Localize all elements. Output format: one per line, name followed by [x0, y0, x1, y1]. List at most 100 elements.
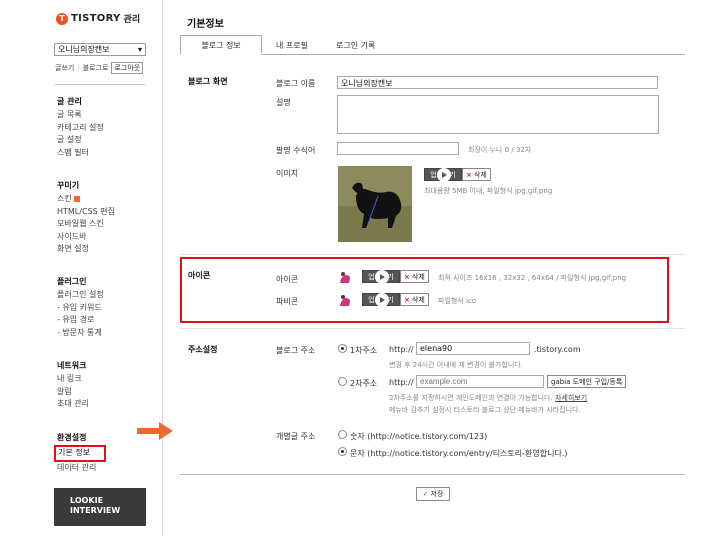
primary-address-radio[interactable]	[338, 344, 347, 353]
delete-x-icon: ×	[404, 295, 410, 304]
sidebar-item-mobile-skin[interactable]: 모바일웹 스킨	[57, 218, 115, 231]
logo-sub: 관리	[123, 15, 141, 25]
sidebar-item-invitations[interactable]: 초대 관리	[57, 398, 89, 411]
primary-address-hint: 변경 후 24시간 이내에 재 변경이 불가합니다.	[389, 361, 523, 369]
form-bottom-divider	[180, 474, 685, 475]
icon-thumbnail	[337, 270, 353, 286]
sidebar-divider	[54, 84, 146, 85]
icon-label: 아이콘	[276, 275, 299, 284]
permalink-label: 개별글 주소	[276, 432, 316, 441]
menu-group-posts: 글 관리 글 목록 카테고리 설정 글 설정 스팸 필터	[57, 96, 104, 159]
menu-title-plugins: 플러그인	[57, 277, 87, 286]
modifier-input[interactable]	[337, 142, 459, 155]
modifier-max: / 32자	[511, 146, 532, 154]
lookie-interview-banner[interactable]: LOOKIE INTERVIEW	[54, 488, 146, 526]
highlight-box	[180, 257, 669, 323]
tab-bar: 블로그 정보 내 프로필 로그인 기록	[180, 35, 685, 55]
icon-change-button[interactable]: 업로드기	[362, 270, 400, 284]
sidebar-item-label: 스킨	[57, 194, 72, 203]
sidebar-item-inflow-paths[interactable]: - 유입 경로	[57, 314, 104, 327]
section-label-icon: 아이콘	[188, 271, 211, 280]
secondary-address-radio[interactable]	[338, 377, 347, 386]
page-title: 기본정보	[187, 19, 224, 30]
menu-group-network: 네트워크 내 링크 알림 초대 관리	[57, 360, 89, 411]
modifier-counter: 최장이 누나 0 / 32자	[468, 145, 531, 155]
favicon-change-button[interactable]: 업로드기	[362, 293, 400, 307]
menu-group-plugins: 플러그인 플러그인 설정 - 유입 키워드 - 유입 경로 - 방문자 통계	[57, 276, 104, 339]
dropdown-arrow-icon: ▾	[137, 45, 142, 54]
quick-links: 글쓰기 | 블로그로 로그아웃	[55, 62, 144, 74]
permalink-number-radio[interactable]	[338, 430, 347, 439]
sidebar-item-display[interactable]: 화면 설정	[57, 243, 115, 256]
sidebar-item-plugin-settings[interactable]: 플러그인 설정	[57, 289, 104, 302]
save-label: 저장	[430, 490, 444, 498]
write-link[interactable]: 글쓰기	[55, 63, 74, 73]
favicon-label: 파비콘	[276, 297, 299, 306]
favicon-delete-button[interactable]: × 삭제	[400, 293, 429, 306]
sidebar: T TISTORY 관리 오니님의장캔보 ▾ 글쓰기 | 블로그로 로그아웃 글…	[0, 0, 163, 536]
primary-address-input[interactable]: elena90	[416, 342, 530, 355]
modifier-count: 0	[504, 146, 510, 154]
section-label-address: 주소설정	[188, 345, 218, 354]
banner-line-1: LOOKIE	[70, 496, 104, 505]
save-button[interactable]: ✓ 저장	[416, 487, 450, 501]
permalink-text-label: 문자 (http://notice.tistory.com/entry/티스토리…	[350, 449, 568, 458]
delete-label: 삭제	[411, 295, 425, 304]
tab-login-history[interactable]: 로그인 기록	[322, 35, 389, 55]
sidebar-item-skin[interactable]: 스킨	[57, 193, 115, 206]
permalink-number-label: 숫자 (http://notice.tistory.com/123)	[350, 432, 488, 441]
tistory-logo-icon: T	[56, 12, 68, 25]
sidebar-item-visitor-stats[interactable]: - 방문자 통계	[57, 327, 104, 340]
sidebar-item-sidebar[interactable]: 사이드바	[57, 231, 115, 244]
dog-photo-icon	[338, 166, 412, 242]
logo-text: TISTORY	[71, 13, 121, 24]
permalink-text-radio[interactable]	[338, 447, 347, 456]
blog-address-label: 블로그 주소	[276, 346, 316, 355]
new-badge-icon	[73, 196, 80, 203]
blog-select[interactable]: 오니님의장캔보 ▾	[54, 43, 146, 56]
banner-line-2: INTERVIEW	[70, 506, 121, 515]
sidebar-item-data-management[interactable]: 데이터 관리	[57, 462, 106, 475]
description-textarea[interactable]	[337, 95, 659, 134]
sidebar-item-inflow-keywords[interactable]: - 유입 키워드	[57, 302, 104, 315]
blog-name-input[interactable]: 오니님의장캔보	[337, 76, 658, 89]
image-label: 이미지	[276, 169, 299, 178]
sidebar-item-category[interactable]: 카테고리 설정	[57, 122, 104, 135]
sidebar-item-basic-info[interactable]: 기본 정보	[54, 445, 106, 462]
image-change-button[interactable]: 업로드기	[424, 168, 462, 182]
menu-group-design: 꾸미기 스킨 HTML/CSS 편집 모바일웹 스킨 사이드바 화면 설정	[57, 180, 115, 256]
sidebar-item-my-links[interactable]: 내 링크	[57, 373, 89, 386]
sidebar-item-post-list[interactable]: 글 목록	[57, 109, 104, 122]
icon-hint: 최적 사이즈 16x16 , 32x32 , 64x64 / 파일형식 jpg,…	[438, 274, 627, 282]
checkmark-icon: ✓	[422, 490, 429, 498]
menu-title-network: 네트워크	[57, 361, 87, 370]
sidebar-item-spam-filter[interactable]: 스팸 필터	[57, 147, 104, 160]
go-blog-link[interactable]: 블로그로	[83, 63, 109, 73]
modifier-label: 팔명 수식어	[276, 146, 316, 155]
sidebar-item-post-settings[interactable]: 글 설정	[57, 134, 104, 147]
secondary-address-input[interactable]	[416, 375, 544, 388]
tab-blog-info[interactable]: 블로그 정보	[180, 35, 262, 55]
modifier-hint-prefix: 최장이 누나	[468, 146, 503, 154]
gabia-domain-button[interactable]: gabia 도메인 구입/등록	[547, 375, 627, 388]
http-prefix: http://	[389, 378, 414, 387]
sidebar-item-notifications[interactable]: 알림	[57, 386, 89, 399]
favicon-hint: 파일형식 ico	[438, 297, 477, 305]
blog-name-label: 블로그 이름	[276, 79, 316, 88]
icon-delete-button[interactable]: × 삭제	[400, 270, 429, 283]
favicon-thumbnail	[337, 293, 353, 309]
sidebar-item-html-css[interactable]: HTML/CSS 편집	[57, 206, 115, 219]
image-delete-button[interactable]: × 삭제	[462, 168, 491, 181]
tab-my-profile[interactable]: 내 프로필	[262, 35, 322, 55]
delete-x-icon: ×	[466, 170, 472, 179]
menu-title-posts: 글 관리	[57, 97, 82, 106]
section-divider	[180, 254, 685, 255]
secondary-hint-text: 2차주소를 지정하시면 개인도메인과 연결이 가능합니다.	[389, 394, 553, 402]
details-link[interactable]: 자세히보기	[555, 394, 587, 402]
arrow-right-icon	[137, 422, 173, 440]
primary-address-suffix: .tistory.com	[534, 345, 581, 354]
separator: |	[77, 64, 80, 72]
tistory-logo[interactable]: T TISTORY 관리	[56, 12, 140, 25]
secondary-address-hint-2: 메뉴바 감추기 설정시 티스토리 블로그 상단 메뉴바가 사라집니다.	[389, 406, 581, 414]
logout-button[interactable]: 로그아웃	[111, 62, 144, 74]
